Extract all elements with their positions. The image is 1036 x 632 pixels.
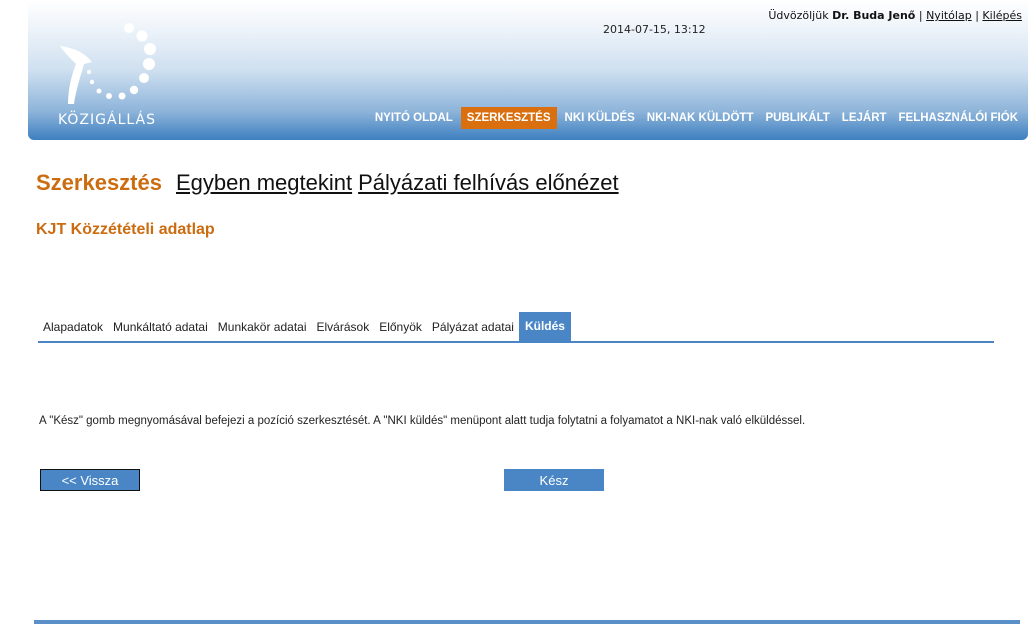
done-button[interactable]: Kész: [504, 469, 604, 491]
home-link[interactable]: Nyitólap: [926, 9, 972, 22]
form-subtitle: KJT Közzétételi adatlap: [36, 221, 215, 238]
preview-link[interactable]: Pályázati felhívás előnézet: [358, 170, 619, 196]
datetime: 2014-07-15, 13:12: [603, 23, 706, 36]
nav-item-lejart[interactable]: LEJÁRT: [838, 107, 891, 129]
tab-munkakor-adatai[interactable]: Munkakör adatai: [213, 320, 312, 341]
back-button[interactable]: << Vissza: [40, 469, 140, 491]
welcome-prefix: Üdvözöljük: [768, 9, 829, 22]
tab-elvarasok[interactable]: Elvárások: [312, 320, 375, 341]
separator: |: [975, 9, 979, 22]
footer-bar: [34, 620, 1020, 624]
form-tabs: Alapadatok Munkáltató adatai Munkakör ad…: [38, 312, 994, 343]
tab-munkaltato-adatai[interactable]: Munkáltató adatai: [108, 320, 213, 341]
tab-alapadatok[interactable]: Alapadatok: [38, 320, 108, 341]
nav-item-felhasznaloi-fiok[interactable]: FELHASZNÁLÓI FIÓK: [895, 107, 1022, 129]
logout-link[interactable]: Kilépés: [982, 9, 1022, 22]
page-title: Szerkesztés: [36, 170, 162, 195]
main-nav: NYITÓ OLDAL SZERKESZTÉS NKI KÜLDÉS NKI-N…: [371, 107, 1022, 129]
view-all-link[interactable]: Egyben megtekint: [176, 170, 352, 196]
tab-palyazat-adatai[interactable]: Pályázat adatai: [427, 320, 519, 341]
header: KÖZIGÁLLÁS 2014-07-15, 13:12 Üdvözöljük …: [28, 0, 1028, 140]
welcome-bar: Üdvözöljük Dr. Buda Jenő | Nyitólap | Ki…: [768, 9, 1022, 22]
nav-item-szerkesztes[interactable]: SZERKESZTÉS: [460, 107, 557, 129]
separator: |: [918, 9, 923, 22]
tab-elonyok[interactable]: Előnyök: [374, 320, 427, 341]
logo-text: KÖZIGÁLLÁS: [58, 112, 156, 128]
page: KÖZIGÁLLÁS 2014-07-15, 13:12 Üdvözöljük …: [0, 0, 1036, 632]
info-text: A "Kész" gomb megnyomásával befejezi a p…: [39, 415, 806, 427]
nav-item-nki-kuldes[interactable]: NKI KÜLDÉS: [561, 107, 639, 129]
tab-kuldes[interactable]: Küldés: [518, 312, 571, 341]
user-name: Dr. Buda Jenő: [832, 9, 916, 22]
nav-item-nki-nak-kuldott[interactable]: NKI-NAK KÜLDÖTT: [643, 107, 758, 129]
title-row: Szerkesztés Egyben megtekint Pályázati f…: [36, 170, 619, 196]
nav-item-nyito-oldal[interactable]: NYITÓ OLDAL: [371, 107, 457, 129]
nav-item-publikalt[interactable]: PUBLIKÁLT: [761, 107, 833, 129]
